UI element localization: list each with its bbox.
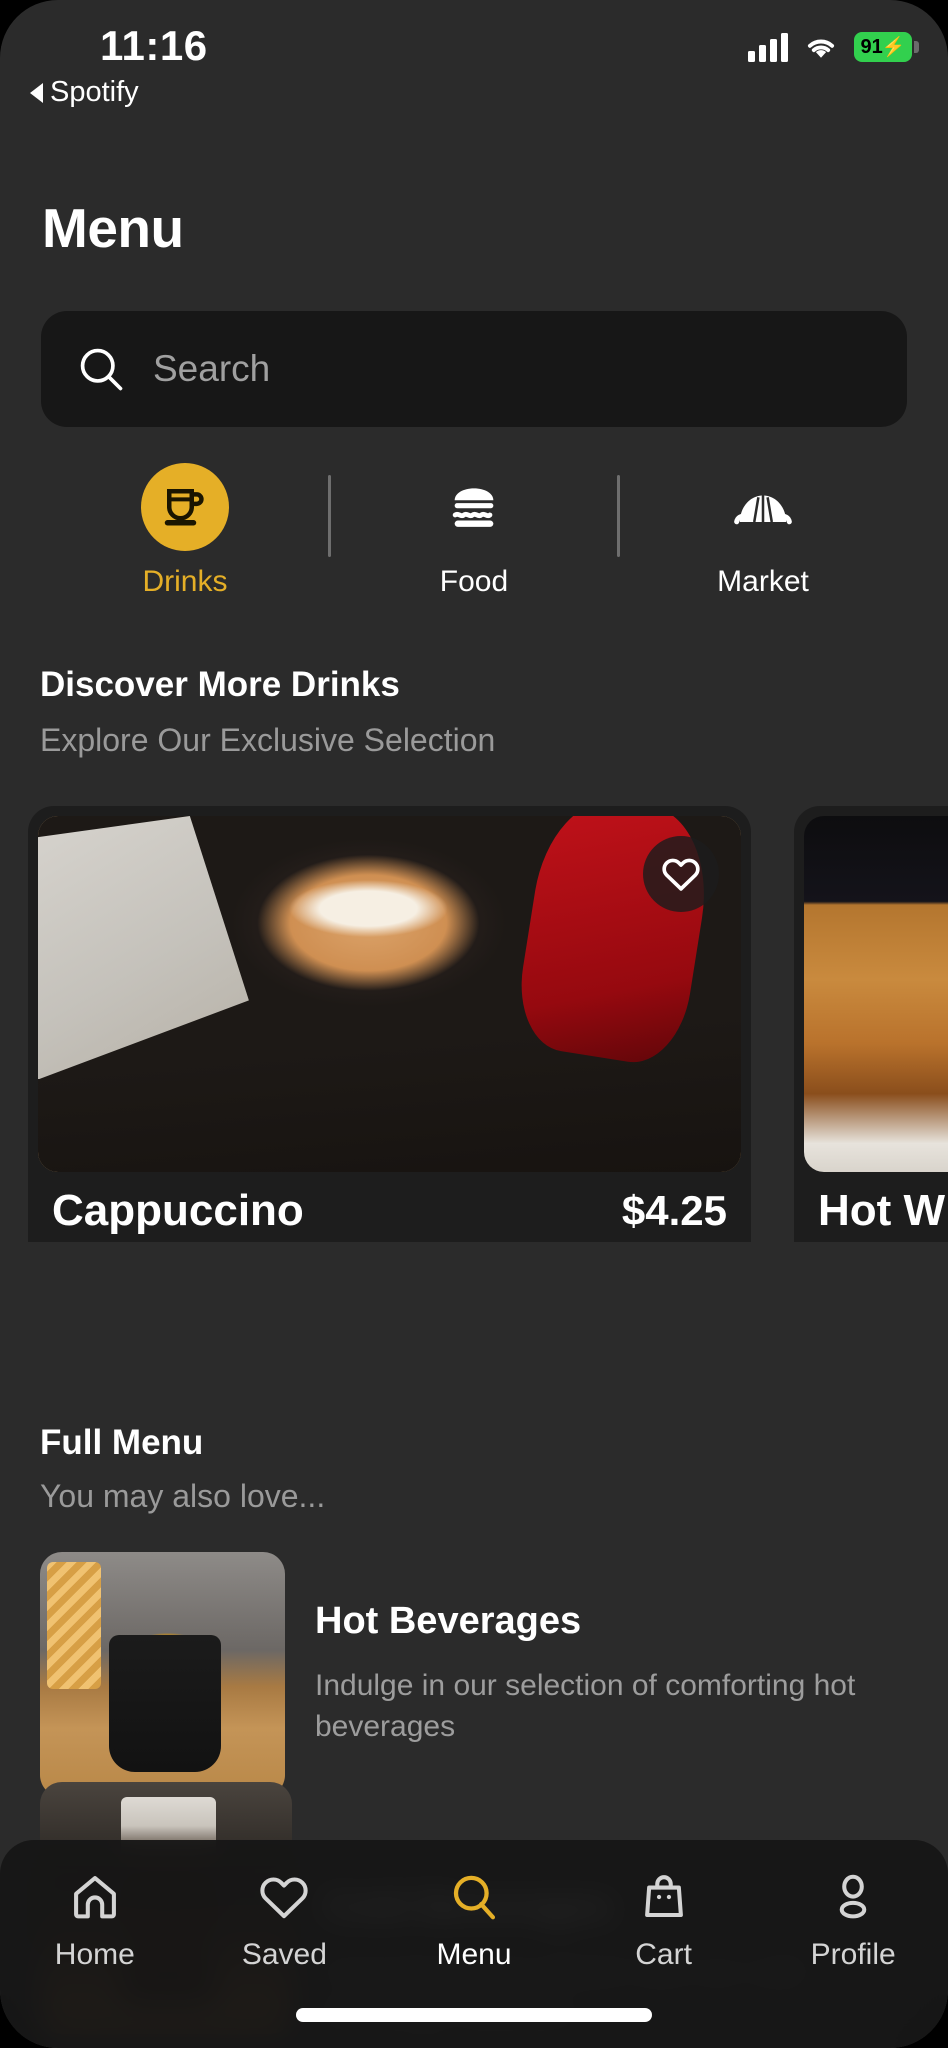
category-tabs: Drinks Food Market <box>42 463 906 598</box>
battery-percent: 91 <box>860 35 883 58</box>
coffee-cup-icon <box>141 463 229 551</box>
full-menu-section-subtitle: You may also love... <box>40 1478 326 1514</box>
tab-profile[interactable]: Profile <box>758 1870 948 1972</box>
tab-label: Cart <box>635 1938 692 1971</box>
product-card[interactable]: Cappuccino $4.25 Indulge in a classic wi… <box>28 806 751 1242</box>
search-icon <box>80 348 123 391</box>
product-image-hot-white <box>804 816 948 1172</box>
croissant-icon <box>719 463 807 551</box>
bottom-tab-bar: Home Saved Menu Cart Profile <box>0 1840 948 2048</box>
signal-bars-icon <box>748 32 788 62</box>
tab-cart[interactable]: Cart <box>569 1870 759 1972</box>
list-item-description: Indulge in our selection of comforting h… <box>315 1669 856 1744</box>
search-input[interactable]: Search <box>41 311 907 427</box>
tab-label: Saved <box>241 1938 327 1971</box>
full-menu-section-title: Full Menu <box>40 1423 204 1462</box>
back-app-label: Spotify <box>50 76 139 108</box>
app-screen: 11:16 Spotify 91 ⚡ Menu Search Drinks Fo… <box>0 0 948 2048</box>
tab-menu[interactable]: Menu <box>379 1870 569 1972</box>
product-image-cappuccino <box>38 816 741 1172</box>
category-tab-market[interactable]: Market <box>620 463 906 599</box>
discover-carousel[interactable]: Cappuccino $4.25 Indulge in a classic wi… <box>0 806 948 1242</box>
burger-icon <box>430 463 518 551</box>
search-icon <box>453 1875 496 1920</box>
category-tab-label: Food <box>439 565 509 598</box>
wifi-icon <box>807 39 835 58</box>
home-indicator <box>296 2008 652 2022</box>
category-tab-drinks[interactable]: Drinks <box>42 463 328 599</box>
product-name: Cappuccino <box>52 1186 304 1235</box>
heart-icon <box>260 1877 309 1919</box>
category-tab-label: Market <box>717 565 809 598</box>
discover-section-subtitle: Explore Our Exclusive Selection <box>40 722 496 758</box>
list-item[interactable]: Hot Beverages Indulge in our selection o… <box>0 1552 948 1797</box>
tab-home[interactable]: Home <box>0 1870 190 1972</box>
back-to-app-button[interactable]: Spotify <box>30 76 139 109</box>
tab-label: Home <box>54 1938 135 1971</box>
search-placeholder: Search <box>153 348 271 389</box>
status-indicators: 91 ⚡ <box>748 32 919 62</box>
person-icon <box>839 1874 867 1919</box>
back-triangle-icon <box>30 82 43 103</box>
status-bar: 11:16 Spotify 91 ⚡ <box>0 0 948 112</box>
category-tab-label: Drinks <box>142 565 228 598</box>
heart-icon <box>662 858 700 891</box>
product-name: Hot W <box>818 1186 946 1235</box>
tab-label: Profile <box>810 1938 896 1971</box>
list-item-thumbnail <box>40 1552 285 1797</box>
tab-label: Menu <box>436 1938 512 1971</box>
product-card[interactable]: Hot W Experien with our <box>794 806 948 1242</box>
home-icon <box>73 1876 116 1919</box>
category-tab-food[interactable]: Food <box>331 463 617 599</box>
tab-saved[interactable]: Saved <box>190 1870 380 1972</box>
status-time: 11:16 <box>100 22 208 69</box>
product-price: $4.25 <box>621 1187 727 1234</box>
page-title: Menu <box>42 197 184 259</box>
discover-section-title: Discover More Drinks <box>40 665 400 704</box>
shopping-bag-icon <box>644 1875 683 1918</box>
favorite-button[interactable] <box>643 836 719 912</box>
battery-charging-icon: 91 ⚡ <box>854 32 919 62</box>
list-item-title: Hot Beverages <box>315 1600 582 1642</box>
